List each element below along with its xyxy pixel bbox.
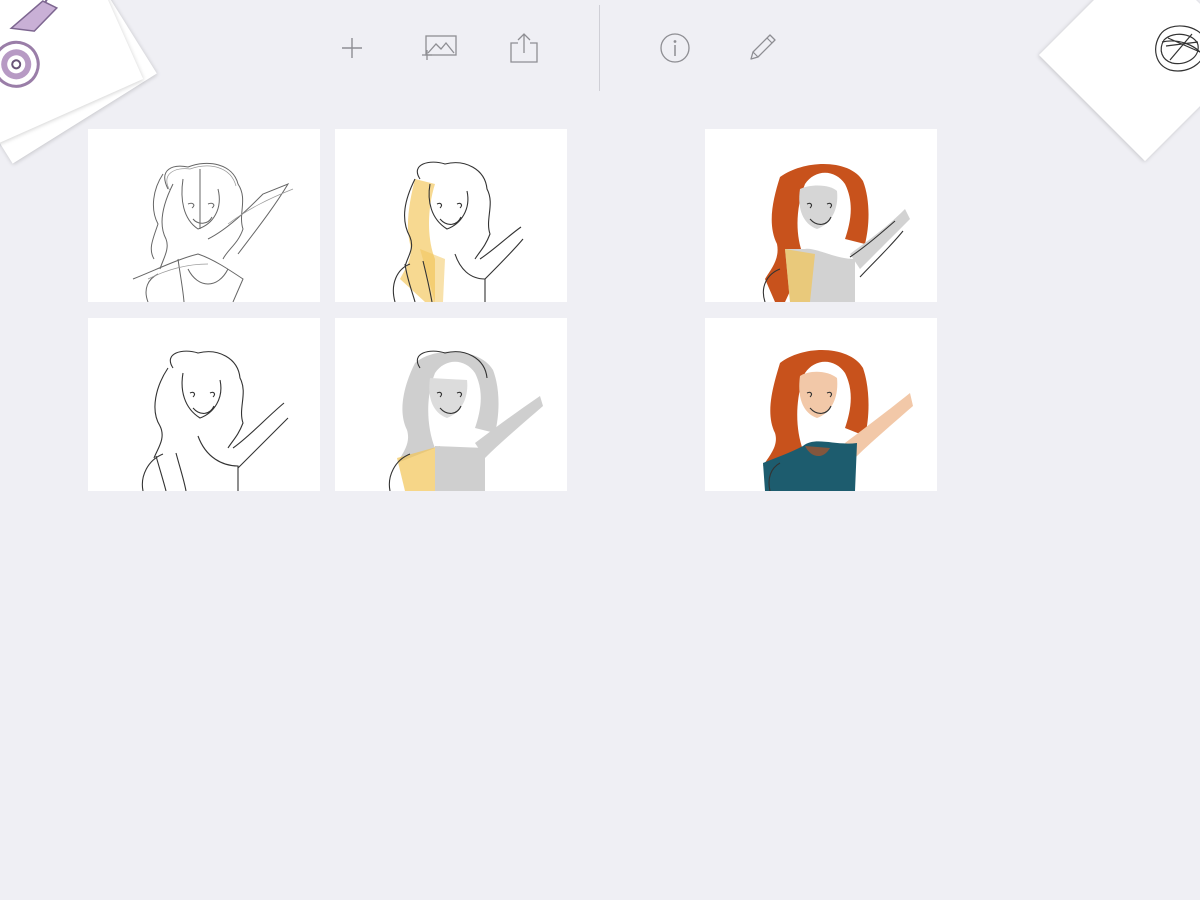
edit-button[interactable] bbox=[742, 28, 782, 68]
top-toolbar bbox=[0, 0, 1200, 95]
share-button[interactable] bbox=[504, 28, 544, 68]
sketch-drawing bbox=[763, 350, 913, 491]
add-image-button[interactable] bbox=[420, 28, 460, 68]
sketch-drawing bbox=[141, 350, 289, 491]
page-thumbnail-4[interactable] bbox=[88, 318, 320, 491]
app-canvas bbox=[0, 0, 1200, 900]
page-thumbnail-1[interactable] bbox=[88, 129, 320, 302]
sketch-drawing bbox=[388, 350, 543, 491]
add-page-button[interactable] bbox=[332, 28, 372, 68]
add-image-icon bbox=[422, 35, 457, 60]
sketch-drawing bbox=[392, 161, 524, 302]
page-thumbnail-3[interactable] bbox=[705, 129, 937, 302]
page-thumbnail-5[interactable] bbox=[335, 318, 567, 491]
sketch-drawing bbox=[762, 163, 910, 302]
page-thumbnail-2[interactable] bbox=[335, 129, 567, 302]
info-icon bbox=[660, 33, 690, 63]
page-thumbnail-6[interactable] bbox=[705, 318, 937, 491]
share-icon bbox=[510, 33, 538, 63]
plus-icon bbox=[342, 38, 362, 58]
info-button[interactable] bbox=[655, 28, 695, 68]
pencil-icon bbox=[750, 34, 776, 60]
sketch-drawing bbox=[132, 162, 294, 302]
toolbar-divider bbox=[599, 5, 600, 91]
